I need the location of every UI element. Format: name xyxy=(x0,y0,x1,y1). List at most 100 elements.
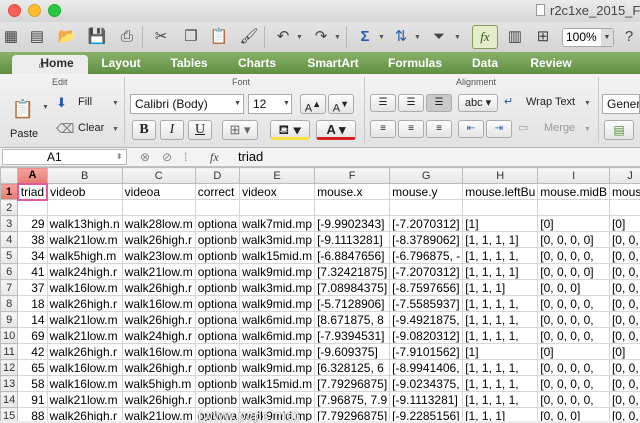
align-right-icon[interactable]: ≡ xyxy=(426,120,452,138)
cell[interactable]: [0, 0, 0, 0, xyxy=(538,248,610,264)
cell[interactable]: optionb xyxy=(195,376,239,392)
cell[interactable]: [1, 1, 1, 1, xyxy=(463,376,538,392)
print-icon[interactable]: ⎙ xyxy=(116,25,138,47)
templates-icon[interactable]: ▤ xyxy=(26,25,48,47)
cell[interactable]: walk26high.r xyxy=(122,392,195,408)
increase-indent-icon[interactable]: ⇥ xyxy=(486,120,512,138)
tab-smartart[interactable]: SmartArt xyxy=(298,55,368,74)
cell[interactable]: [0, 0, 0, 0, xyxy=(538,312,610,328)
cell[interactable]: 58 xyxy=(18,376,47,392)
row-header[interactable]: 6 xyxy=(1,264,18,280)
merge-dropdown-icon[interactable]: ▼ xyxy=(584,126,591,133)
cell[interactable]: videoa xyxy=(122,184,195,200)
gallery-icon[interactable]: ▥ xyxy=(504,25,526,47)
cell[interactable]: 41 xyxy=(18,264,47,280)
wrap-text-button[interactable]: Wrap Text xyxy=(526,96,575,108)
underline-button[interactable]: U xyxy=(188,120,212,140)
cell[interactable]: mouse.y xyxy=(390,184,463,200)
text-orientation-button[interactable]: abc ▾ xyxy=(458,94,498,112)
cell[interactable]: [8.671875, 8 xyxy=(315,312,390,328)
formula-builder-button[interactable]: fx xyxy=(472,25,498,49)
cell[interactable]: [1, 1, 1, 1, xyxy=(463,328,538,344)
row-header[interactable]: 13 xyxy=(1,376,18,392)
row-header[interactable]: 14 xyxy=(1,392,18,408)
cell[interactable]: [7.08984375] xyxy=(315,280,390,296)
cell[interactable]: [-9.609375] xyxy=(315,344,390,360)
cell[interactable]: [-8.3789062] xyxy=(390,232,463,248)
cell[interactable] xyxy=(538,200,610,216)
cell[interactable] xyxy=(18,200,47,216)
name-box[interactable]: A1 xyxy=(2,149,127,165)
cell[interactable]: [1, 1, 1, 1] xyxy=(463,264,538,280)
cell[interactable]: [1] xyxy=(463,344,538,360)
cell[interactable]: [0, 0, 0, 0, xyxy=(538,328,610,344)
formula-input[interactable]: triad xyxy=(238,149,263,165)
cell[interactable]: [0] xyxy=(609,216,640,232)
select-all-corner[interactable] xyxy=(1,168,18,184)
cell[interactable]: [0, 0, 0, 0] xyxy=(538,264,610,280)
cell[interactable]: optionb xyxy=(195,392,239,408)
column-header-c[interactable]: C xyxy=(122,168,195,184)
cell[interactable]: walk26high.r xyxy=(47,296,122,312)
cell[interactable]: [1, 1, 1] xyxy=(463,408,538,422)
eraser-icon[interactable]: ⌫ xyxy=(56,121,74,137)
cell[interactable]: walk26high.r xyxy=(47,344,122,360)
cell[interactable]: [0, 0, xyxy=(609,392,640,408)
cell[interactable]: 91 xyxy=(18,392,47,408)
tab-review[interactable]: Review xyxy=(522,55,580,74)
tab-layout[interactable]: Layout xyxy=(90,55,152,74)
cell[interactable]: [1, 1, 1, 1, xyxy=(463,296,538,312)
cell[interactable]: walk24high.r xyxy=(47,264,122,280)
cell[interactable]: [0] xyxy=(538,344,610,360)
help-icon[interactable]: ? xyxy=(618,25,640,47)
cancel-formula-icon[interactable]: ⊗ xyxy=(140,150,150,164)
cell[interactable]: [-7.5585937] xyxy=(390,296,463,312)
insert-function-button[interactable]: fx xyxy=(210,150,219,165)
cell[interactable]: 88 xyxy=(18,408,47,422)
bold-button[interactable]: B xyxy=(132,120,156,140)
cell[interactable]: videob xyxy=(47,184,122,200)
column-header-a[interactable]: A xyxy=(18,168,47,184)
wrap-text-dropdown-icon[interactable]: ▼ xyxy=(584,100,591,107)
cell[interactable]: walk15mid.m xyxy=(240,248,315,264)
cell[interactable]: [0, 0, xyxy=(609,376,640,392)
autosum-dropdown-icon[interactable]: ▼ xyxy=(378,34,385,41)
cell[interactable]: [1, 1, 1, 1] xyxy=(463,232,538,248)
clear-button[interactable]: Clear xyxy=(78,122,104,134)
borders-icon[interactable]: ⊞ ▾ xyxy=(222,120,258,140)
paste-dropdown-icon[interactable]: ▼ xyxy=(42,104,49,111)
row-header[interactable]: 5 xyxy=(1,248,18,264)
fill-icon[interactable]: ⬇ xyxy=(56,95,67,111)
cell[interactable]: optiona xyxy=(195,328,239,344)
cell[interactable]: [-9.9902343] xyxy=(315,216,390,232)
cell[interactable]: walk21low.m xyxy=(47,328,122,344)
cell[interactable]: [1, 1, 1, 1, xyxy=(463,248,538,264)
cell[interactable]: 65 xyxy=(18,360,47,376)
font-name-select[interactable]: Calibri (Body) xyxy=(130,94,244,114)
cell[interactable]: [0, 0, xyxy=(609,296,640,312)
cell[interactable]: [-8.7597656] xyxy=(390,280,463,296)
cell[interactable]: [0, 0, xyxy=(609,312,640,328)
fill-dropdown-icon[interactable]: ▼ xyxy=(112,100,119,107)
merge-button[interactable]: Merge xyxy=(544,122,575,134)
cell[interactable]: walk24high.r xyxy=(122,328,195,344)
cell[interactable]: [-9.1113281] xyxy=(315,232,390,248)
cell[interactable]: [0, 0, 0, 0, xyxy=(538,296,610,312)
cell[interactable]: walk16low.m xyxy=(47,360,122,376)
cell[interactable] xyxy=(390,200,463,216)
cell[interactable]: [-7.2070312] xyxy=(390,216,463,232)
paste-clipboard-icon[interactable]: 📋 xyxy=(6,92,40,128)
cell[interactable]: optionb xyxy=(195,360,239,376)
cell[interactable]: [0] xyxy=(538,216,610,232)
redo-icon[interactable]: ↷ xyxy=(310,25,332,47)
cell[interactable]: walk16low.m xyxy=(122,344,195,360)
cell[interactable]: [0, 0, xyxy=(609,360,640,376)
cell[interactable]: [7.79296875] xyxy=(315,408,390,422)
cell[interactable]: 14 xyxy=(18,312,47,328)
cell[interactable] xyxy=(315,200,390,216)
cell[interactable]: walk3mid.mp xyxy=(240,232,315,248)
merge-icon[interactable]: ▭ xyxy=(518,121,528,134)
cell[interactable]: walk15mid.m xyxy=(240,376,315,392)
row-header[interactable]: 10 xyxy=(1,328,18,344)
number-format-select[interactable]: Genera xyxy=(602,94,640,114)
